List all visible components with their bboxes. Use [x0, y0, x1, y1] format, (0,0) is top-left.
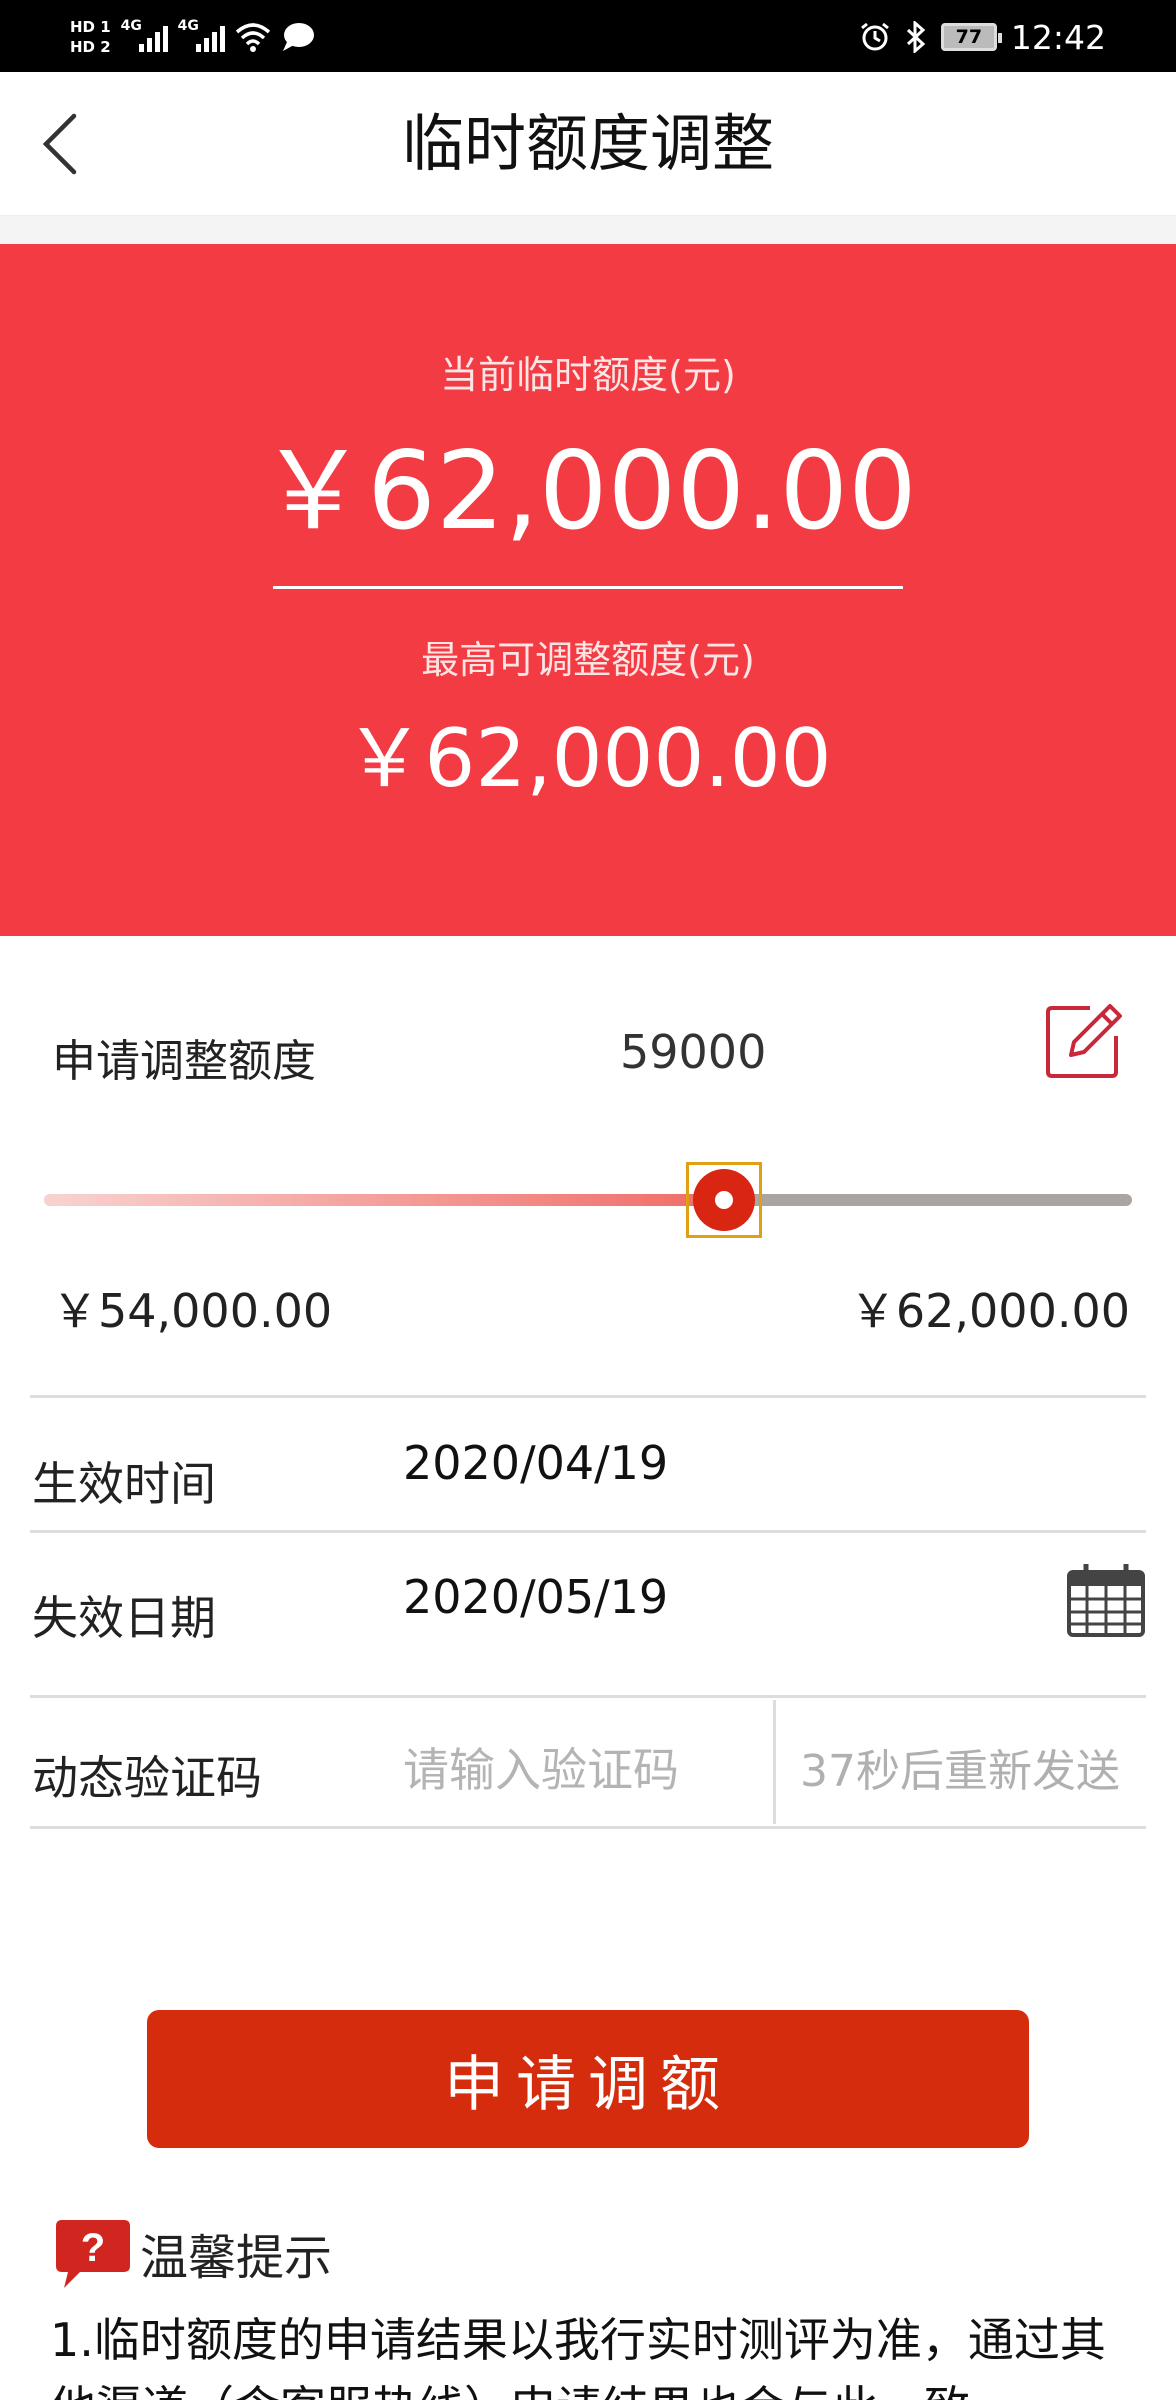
- max-limit-value: ￥62,000.00: [344, 712, 832, 805]
- effective-date-label: 生效时间: [32, 1457, 216, 1511]
- status-right: 77 12:42: [859, 10, 1106, 64]
- apply-amount-label: 申请调整额度: [52, 1036, 316, 1087]
- resend-code-button[interactable]: 37秒后重新发送: [800, 1735, 1120, 1799]
- expiry-date-value[interactable]: 2020/05/19: [403, 1570, 668, 1624]
- bluetooth-icon: [906, 21, 926, 53]
- sim-indicators: HD 1 HD 2: [70, 17, 111, 57]
- section-gap: [0, 216, 1176, 244]
- max-limit-label: 最高可调整额度(元): [421, 638, 755, 682]
- amount-slider-fill: [44, 1194, 724, 1206]
- verification-code-label: 动态验证码: [32, 1751, 262, 1805]
- expiry-date-label: 失效日期: [32, 1591, 216, 1645]
- hero-divider: [273, 586, 903, 589]
- chat-icon: [282, 23, 314, 51]
- network-type-2: 4G: [177, 18, 199, 34]
- clock: 12:42: [1010, 17, 1106, 57]
- svg-text:?: ?: [81, 2226, 105, 2270]
- slider-min-label: ￥54,000.00: [52, 1284, 333, 1338]
- slider-max-label: ￥62,000.00: [849, 1284, 1130, 1338]
- chevron-left-icon[interactable]: [38, 112, 88, 176]
- page-title: 临时额度调整: [401, 107, 774, 180]
- battery-level: 77: [955, 26, 983, 48]
- status-left: HD 1 HD 2 4G 4G: [70, 10, 315, 64]
- current-limit-label: 当前临时额度(元): [440, 353, 736, 397]
- verification-code-input[interactable]: [403, 1735, 763, 1805]
- status-bar: HD 1 HD 2 4G 4G 77 12:42: [0, 0, 1176, 72]
- apply-amount-value: 59000: [620, 1025, 767, 1079]
- divider: [30, 1395, 1146, 1398]
- limit-summary-panel: 当前临时额度(元) ￥62,000.00 最高可调整额度(元) ￥62,000.…: [0, 244, 1176, 936]
- calendar-icon[interactable]: [1066, 1562, 1146, 1638]
- tips-text: 1.临时额度的申请结果以我行实时测评为准，通过其他渠道（含客服热线）申请结果也会…: [50, 2313, 1106, 2400]
- current-limit-value: ￥62,000.00: [259, 429, 917, 554]
- sim1-label: HD 1: [70, 18, 111, 36]
- apply-adjust-button[interactable]: 申请调额: [147, 2010, 1029, 2148]
- divider: [30, 1695, 1146, 1698]
- amount-slider-thumb[interactable]: [686, 1162, 762, 1238]
- divider: [30, 1530, 1146, 1533]
- wifi-icon: [235, 23, 270, 52]
- slider-handle[interactable]: [693, 1169, 755, 1231]
- effective-date-value: 2020/04/19: [403, 1436, 669, 1490]
- vertical-divider: [773, 1700, 776, 1824]
- alarm-icon: [860, 22, 889, 51]
- network-type-1: 4G: [120, 18, 142, 34]
- amount-slider-track[interactable]: [44, 1194, 1132, 1206]
- edit-icon[interactable]: [1044, 1002, 1122, 1080]
- nav-bar: 临时额度调整: [0, 72, 1176, 216]
- divider: [30, 1826, 1146, 1829]
- sim2-label: HD 2: [70, 38, 111, 56]
- signal-icon: 4G: [121, 18, 168, 52]
- tips-title: 温馨提示: [140, 2230, 333, 2286]
- signal-icon-2: 4G: [178, 18, 225, 52]
- battery-icon: 77: [940, 23, 1002, 51]
- question-icon: ?: [56, 2220, 130, 2288]
